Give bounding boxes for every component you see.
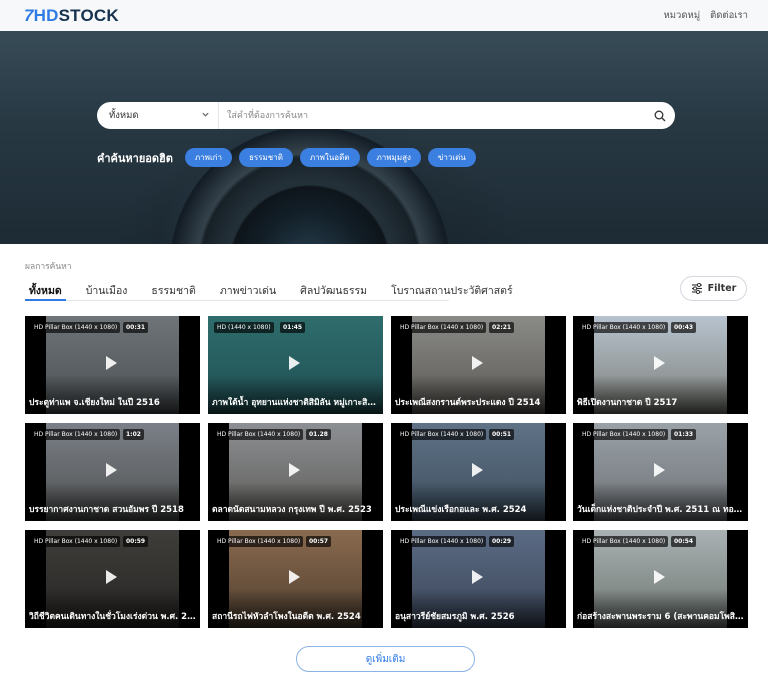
chip-old-photos[interactable]: ภาพเก่า [184, 148, 233, 167]
video-card[interactable]: HD Pillar Box (1440 x 1080) 00:31 ประตูท่า… [25, 316, 200, 414]
play-icon [472, 463, 483, 477]
video-title: วิถีชีวิตคนเดินทางในชั่วโมงเร่งด่วน พ.ศ.… [29, 612, 197, 622]
chip-past-images[interactable]: ภาพในอดีต [299, 148, 360, 167]
video-title: ตลาดนัดสนามหลวง กรุงเทพ ปี พ.ศ. 2523 [212, 505, 372, 515]
chip-headline-news[interactable]: ข่าวเด่น [427, 148, 476, 167]
top-nav: หมวดหมู่ ติดต่อเรา [664, 8, 748, 23]
video-title: สถานีรถไฟหัวลำโพงในอดีต พ.ศ. 2524 [212, 612, 361, 622]
format-badge: HD Pillar Box (1440 x 1080) [579, 322, 669, 333]
tab-city[interactable]: บ้านเมือง [82, 277, 132, 300]
tab-culture[interactable]: ศิลปวัฒนธรรม [296, 277, 371, 300]
nav-categories-link[interactable]: หมวดหมู่ [664, 8, 701, 23]
trending-searches: คำค้นหายอดฮิต ภาพเก่า ธรรมชาติ ภาพในอดีต… [97, 148, 483, 167]
chevron-down-icon [202, 112, 209, 117]
format-badge: HD Pillar Box (1440 x 1080) [397, 429, 487, 440]
duration-badge: 00:29 [489, 536, 515, 547]
play-icon [289, 570, 300, 584]
video-card[interactable]: HD Pillar Box (1440 x 1080) 01:33 วันเด็กแ… [573, 423, 748, 521]
duration-badge: 00:54 [671, 536, 697, 547]
video-card[interactable]: HD Pillar Box (1440 x 1080) 00:59 วิถีชีวิ… [25, 530, 200, 628]
duration-badge: 00:59 [123, 536, 149, 547]
video-card[interactable]: HD Pillar Box (1440 x 1080) 01.28 ตลาดนัดส… [208, 423, 383, 521]
duration-badge: 01:45 [280, 322, 306, 333]
duration-badge: 01:33 [671, 429, 697, 440]
video-title: วันเด็กแห่งชาติประจำปี พ.ศ. 2511 ณ ทองสน… [577, 505, 745, 515]
format-badge: HD Pillar Box (1440 x 1080) [31, 322, 121, 333]
chip-aerial[interactable]: ภาพมุมสูง [366, 148, 421, 167]
duration-badge: 01.28 [306, 429, 331, 440]
format-badge: HD Pillar Box (1440 x 1080) [579, 536, 669, 547]
search-icon[interactable] [645, 102, 675, 129]
play-icon [654, 463, 665, 477]
video-title: ภาพใต้น้ำ อุทยานแห่งชาติสิมิลัน หมู่เกาะ… [212, 398, 380, 408]
video-title: ประเพณีแข่งเรือกอและ พ.ศ. 2524 [395, 505, 527, 515]
video-title: บรรยากาศงานกาชาด สวนอัมพร ปี 2518 [29, 505, 184, 515]
filter-button[interactable]: Filter [680, 276, 747, 301]
duration-badge: 00:51 [489, 429, 515, 440]
format-badge: HD Pillar Box (1440 x 1080) [31, 536, 121, 547]
site-logo[interactable]: 7 HD STOCK [24, 6, 119, 26]
video-card[interactable]: HD Pillar Box (1440 x 1080) 00:57 สถานีรถไ… [208, 530, 383, 628]
logo-number: 7 [24, 5, 34, 25]
category-tabs: ทั้งหมด บ้านเมือง ธรรมชาติ ภาพข่าวเด่น ศ… [25, 277, 513, 301]
chip-nature[interactable]: ธรรมชาติ [239, 148, 293, 167]
search-bar: ทั้งหมด [97, 102, 675, 129]
format-badge: HD Pillar Box (1440 x 1080) [397, 322, 487, 333]
format-badge: HD (1440 x 1080) [214, 322, 274, 333]
format-badge: HD Pillar Box (1440 x 1080) [214, 429, 304, 440]
video-card[interactable]: HD Pillar Box (1440 x 1080) 00:51 ประเพณีแ… [391, 423, 566, 521]
load-more-button[interactable]: ดูเพิ่มเติม [296, 646, 475, 672]
search-input[interactable] [219, 102, 645, 129]
play-icon [289, 463, 300, 477]
video-title: ก่อสร้างสะพานพระราม 6 (สะพานคอมโพสิต) พ.… [577, 612, 745, 622]
trending-label: คำค้นหายอดฮิต [97, 151, 173, 165]
play-icon [106, 463, 117, 477]
duration-badge: 00:57 [306, 536, 332, 547]
video-card[interactable]: HD Pillar Box (1440 x 1080) 1:02 บรรยากาศง… [25, 423, 200, 521]
duration-badge: 00:43 [671, 322, 697, 333]
play-icon [289, 356, 300, 370]
video-title: ประเพณีสงกรานต์พระประแดง ปี 2514 [395, 398, 541, 408]
category-select[interactable]: ทั้งหมด [97, 102, 219, 129]
format-badge: HD Pillar Box (1440 x 1080) [397, 536, 487, 547]
video-title: ประตูท่าแพ จ.เชียงใหม่ ในปี 2516 [29, 398, 160, 408]
tab-news[interactable]: ภาพข่าวเด่น [216, 277, 280, 300]
format-badge: HD Pillar Box (1440 x 1080) [31, 429, 121, 440]
video-card[interactable]: HD (1440 x 1080) 01:45 ภาพใต้น้ำ อุทยานแห่… [208, 316, 383, 414]
format-badge: HD Pillar Box (1440 x 1080) [214, 536, 304, 547]
video-card[interactable]: HD Pillar Box (1440 x 1080) 00:29 อนุสาวรี… [391, 530, 566, 628]
play-icon [472, 570, 483, 584]
play-icon [654, 570, 665, 584]
format-badge: HD Pillar Box (1440 x 1080) [579, 429, 669, 440]
play-icon [472, 356, 483, 370]
sliders-icon [691, 283, 702, 294]
filter-label: Filter [707, 283, 737, 294]
logo-stock: STOCK [58, 5, 119, 25]
video-title: อนุสาวรีย์ชัยสมรภูมิ พ.ศ. 2526 [395, 612, 515, 622]
results-label: ผลการค้นหา [25, 262, 72, 272]
category-select-value: ทั้งหมด [109, 110, 139, 121]
tab-nature[interactable]: ธรรมชาติ [147, 277, 199, 300]
tab-all[interactable]: ทั้งหมด [25, 277, 66, 301]
duration-badge: 02:21 [489, 322, 515, 333]
play-icon [106, 570, 117, 584]
tab-heritage[interactable]: โบราณสถานประวัติศาสตร์ [387, 277, 517, 300]
hero-banner: ทั้งหมด คำค้นหายอดฮิต ภาพเก่า ธรรมชาติ ภ… [0, 31, 768, 244]
duration-badge: 00:31 [123, 322, 149, 333]
video-card[interactable]: HD Pillar Box (1440 x 1080) 00:54 ก่อสร้าง… [573, 530, 748, 628]
duration-badge: 1:02 [123, 429, 144, 440]
nav-contact-link[interactable]: ติดต่อเรา [710, 8, 748, 23]
top-header: 7 HD STOCK หมวดหมู่ ติดต่อเรา [0, 0, 768, 31]
video-card[interactable]: HD Pillar Box (1440 x 1080) 02:21 ประเพณีส… [391, 316, 566, 414]
logo-hd: HD [33, 5, 59, 25]
video-card[interactable]: HD Pillar Box (1440 x 1080) 00:43 พิธีเปิด… [573, 316, 748, 414]
play-icon [654, 356, 665, 370]
play-icon [106, 356, 117, 370]
video-title: พิธีเปิดงานกาชาด ปี 2517 [577, 398, 678, 408]
